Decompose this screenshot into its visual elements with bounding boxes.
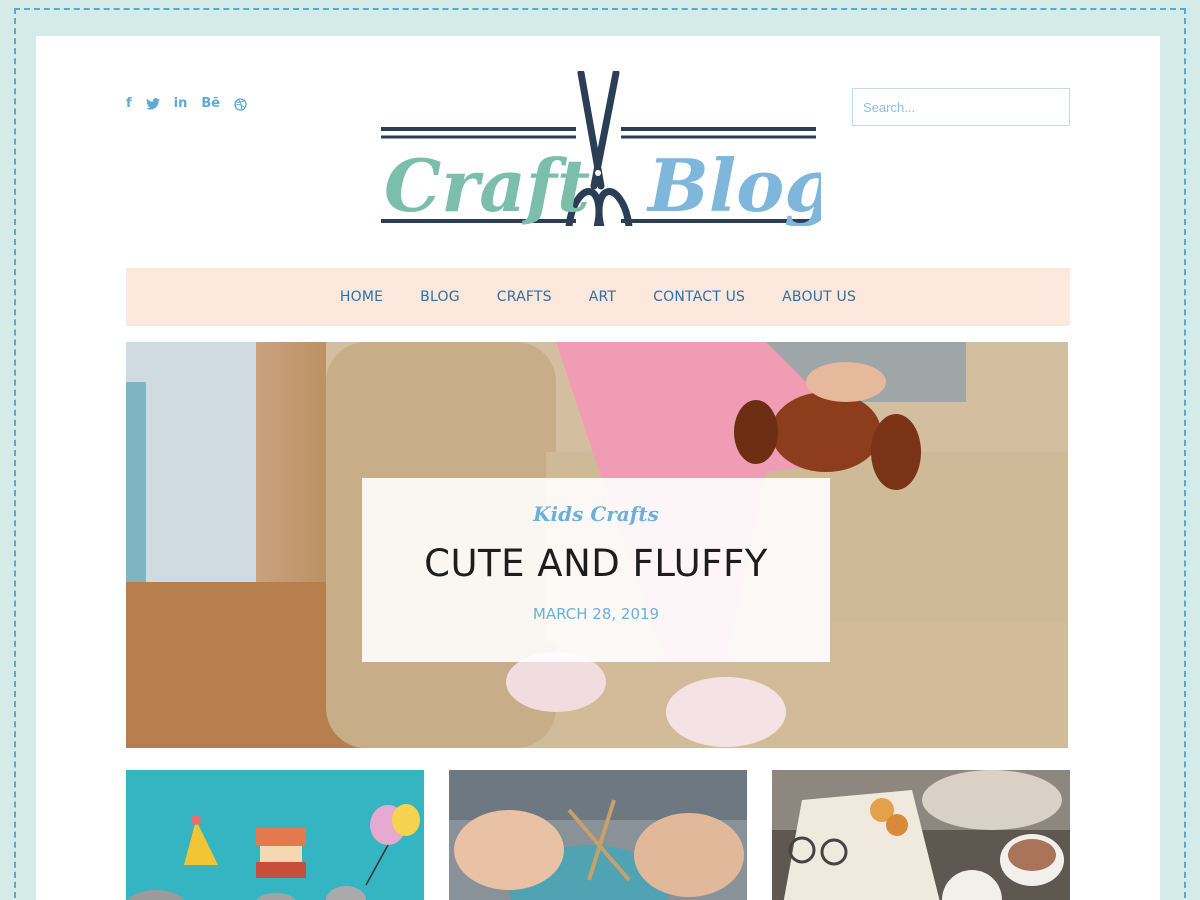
nav-blog[interactable]: BLOG: [420, 289, 460, 305]
featured-post-card: Kids Crafts CUTE AND FLUFFY MARCH 28, 20…: [362, 478, 830, 662]
nav-contact-us[interactable]: CONTACT US: [653, 289, 745, 305]
nav-art[interactable]: ART: [589, 289, 616, 305]
facebook-icon[interactable]: f: [126, 96, 132, 112]
page: f in Bē Craft Blog Search... HOME BLOG C…: [36, 36, 1160, 900]
logo-word-craft: Craft: [384, 143, 590, 226]
social-links: f in Bē: [126, 96, 247, 112]
thumb-knitting[interactable]: [449, 770, 747, 900]
linkedin-icon[interactable]: in: [174, 96, 188, 112]
featured-post-title[interactable]: CUTE AND FLUFFY: [424, 542, 768, 585]
nav-home[interactable]: HOME: [340, 289, 383, 305]
site-logo[interactable]: Craft Blog: [376, 71, 821, 226]
nav-about-us[interactable]: ABOUT US: [782, 289, 856, 305]
logo-word-blog: Blog: [646, 143, 821, 226]
twitter-icon[interactable]: [145, 98, 160, 110]
search-input[interactable]: [852, 88, 1070, 126]
featured-post[interactable]: Kids Crafts CUTE AND FLUFFY MARCH 28, 20…: [126, 342, 1068, 748]
thumb-reading[interactable]: [772, 770, 1070, 900]
behance-icon[interactable]: Bē: [201, 96, 220, 112]
featured-post-category[interactable]: Kids Crafts: [533, 502, 659, 526]
dribbble-icon[interactable]: [234, 97, 247, 111]
main-nav: HOME BLOG CRAFTS ART CONTACT US ABOUT US: [126, 268, 1070, 326]
thumb-party[interactable]: [126, 770, 424, 900]
featured-post-date: MARCH 28, 2019: [532, 605, 660, 623]
nav-crafts[interactable]: CRAFTS: [497, 289, 552, 305]
